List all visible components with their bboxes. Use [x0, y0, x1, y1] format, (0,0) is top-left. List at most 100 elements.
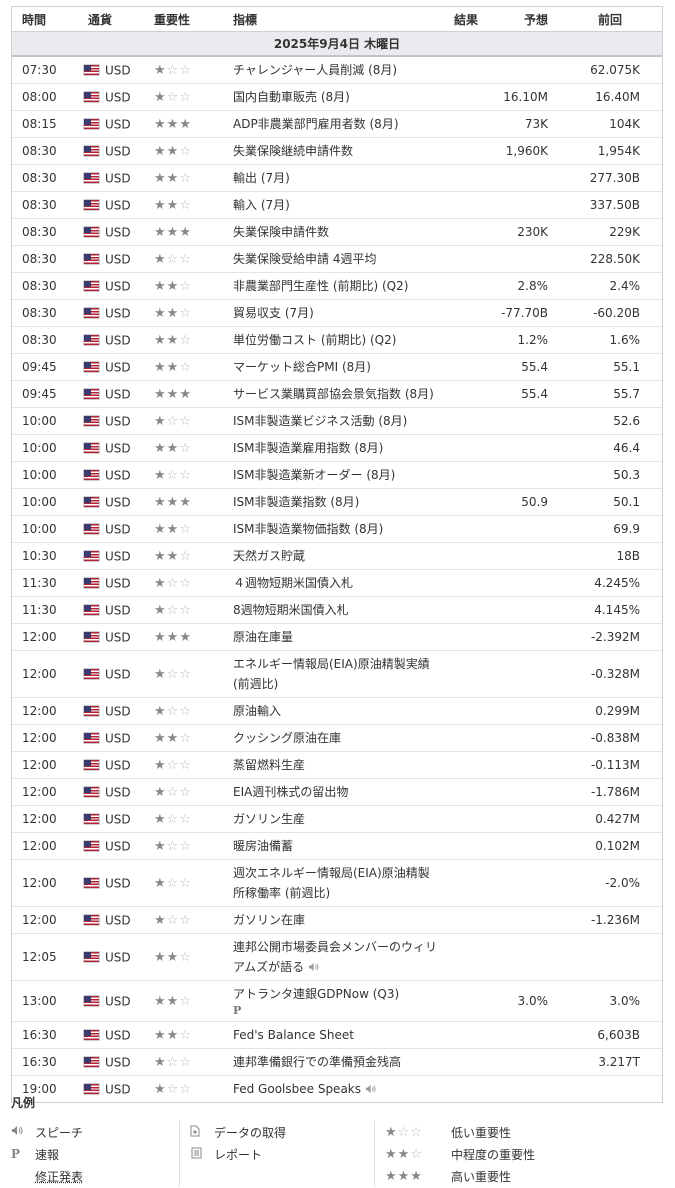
event-name[interactable]: 輸出 (7月): [233, 171, 290, 185]
col-currency-header[interactable]: 通貨: [78, 7, 144, 32]
event-name[interactable]: ISM非製造業雇用指数 (8月): [233, 441, 383, 455]
event-name[interactable]: 輸入 (7月): [233, 198, 290, 212]
event-row[interactable]: 13:00 USD ★★☆ アトランタ連銀GDPNow (Q3) P 3.0% 3.0%: [12, 980, 662, 1022]
event-name-cell[interactable]: 貿易収支 (7月): [233, 299, 439, 327]
event-name[interactable]: 失業保険申請件数: [233, 225, 329, 239]
event-row[interactable]: 16:30 USD ★☆☆ 連邦準備銀行での準備預金残高 3.217T: [12, 1048, 662, 1076]
event-name-cell[interactable]: クッシング原油在庫: [233, 724, 439, 752]
event-name[interactable]: エネルギー情報局(EIA)原油精製実績 (前週比): [233, 657, 430, 691]
col-event-header[interactable]: 指標: [233, 7, 439, 32]
event-name[interactable]: 連邦準備銀行での準備預金残高: [233, 1055, 401, 1069]
event-name-cell[interactable]: アトランタ連銀GDPNow (Q3) P: [233, 980, 439, 1022]
event-row[interactable]: 08:30 USD ★★☆ 輸出 (7月) 277.30B: [12, 164, 662, 192]
event-row[interactable]: 08:30 USD ★★☆ 輸入 (7月) 337.50B: [12, 191, 662, 219]
event-row[interactable]: 08:30 USD ★★☆ 失業保険継続申請件数 1,960K 1,954K: [12, 137, 662, 165]
event-name-cell[interactable]: ADP非農業部門雇用者数 (8月): [233, 110, 439, 138]
event-name[interactable]: ISM非製造業ビジネス活動 (8月): [233, 414, 407, 428]
event-name-cell[interactable]: ISM非製造業物価指数 (8月): [233, 515, 439, 543]
event-name[interactable]: 天然ガス貯蔵: [233, 549, 305, 563]
event-name[interactable]: ガソリン生産: [233, 812, 305, 826]
event-name[interactable]: ISM非製造業指数 (8月): [233, 495, 359, 509]
event-name[interactable]: 蒸留燃料生産: [233, 758, 305, 772]
event-name-cell[interactable]: 単位労働コスト (前期比) (Q2): [233, 326, 439, 354]
event-name-cell[interactable]: ４週物短期米国債入札: [233, 569, 439, 597]
col-previous-header[interactable]: 前回: [550, 7, 662, 32]
event-name[interactable]: 連邦公開市場委員会メンバーのウィリアムズが語る: [233, 940, 437, 974]
event-name[interactable]: クッシング原油在庫: [233, 731, 341, 745]
event-name[interactable]: ガソリン在庫: [233, 913, 305, 927]
event-name[interactable]: 原油在庫量: [233, 630, 293, 644]
event-name[interactable]: 単位労働コスト (前期比) (Q2): [233, 333, 396, 347]
event-row[interactable]: 12:05 USD ★★☆ 連邦公開市場委員会メンバーのウィリアムズが語る: [12, 933, 662, 981]
event-name-cell[interactable]: 失業保険受給申請 4週平均: [233, 245, 439, 273]
event-name-cell[interactable]: 失業保険継続申請件数: [233, 137, 439, 165]
event-name[interactable]: 暖房油備蓄: [233, 839, 293, 853]
event-name[interactable]: 8週物短期米国債入札: [233, 603, 349, 617]
event-row[interactable]: 12:00 USD ★☆☆ ガソリン生産 0.427M: [12, 805, 662, 833]
event-name-cell[interactable]: ISM非製造業新オーダー (8月): [233, 461, 439, 489]
event-name[interactable]: 原油輸入: [233, 704, 281, 718]
event-row[interactable]: 12:00 USD ★☆☆ ガソリン在庫 -1.236M: [12, 906, 662, 934]
event-row[interactable]: 12:00 USD ★☆☆ 暖房油備蓄 0.102M: [12, 832, 662, 860]
event-name-cell[interactable]: 輸出 (7月): [233, 164, 439, 192]
event-name-cell[interactable]: 蒸留燃料生産: [233, 751, 439, 779]
event-name-cell[interactable]: 8週物短期米国債入札: [233, 596, 439, 624]
event-name[interactable]: 失業保険継続申請件数: [233, 144, 353, 158]
event-name-cell[interactable]: チャレンジャー人員削減 (8月): [233, 56, 439, 84]
event-name[interactable]: Fed's Balance Sheet: [233, 1028, 354, 1042]
event-name-cell[interactable]: Fed's Balance Sheet: [233, 1021, 439, 1049]
event-name[interactable]: アトランタ連銀GDPNow (Q3): [233, 987, 399, 1001]
event-row[interactable]: 10:00 USD ★★☆ ISM非製造業物価指数 (8月) 69.9: [12, 515, 662, 543]
event-row[interactable]: 12:00 USD ★☆☆ エネルギー情報局(EIA)原油精製実績 (前週比) -0.3…: [12, 650, 662, 698]
event-row[interactable]: 12:00 USD ★☆☆ EIA週刊株式の留出物 -1.786M: [12, 778, 662, 806]
event-name[interactable]: マーケット総合PMI (8月): [233, 360, 371, 374]
event-name[interactable]: ISM非製造業新オーダー (8月): [233, 468, 395, 482]
event-name[interactable]: EIA週刊株式の留出物: [233, 785, 348, 799]
event-name-cell[interactable]: ガソリン在庫: [233, 906, 439, 934]
event-name[interactable]: 失業保険受給申請 4週平均: [233, 252, 376, 266]
event-name[interactable]: ４週物短期米国債入札: [233, 576, 353, 590]
event-name-cell[interactable]: 暖房油備蓄: [233, 832, 439, 860]
event-row[interactable]: 08:30 USD ★★☆ 単位労働コスト (前期比) (Q2) 1.2% 1.6%: [12, 326, 662, 354]
col-time-header[interactable]: 時間: [12, 7, 78, 32]
event-row[interactable]: 10:00 USD ★★☆ ISM非製造業雇用指数 (8月) 46.4: [12, 434, 662, 462]
col-forecast-header[interactable]: 予想: [484, 7, 550, 32]
event-name-cell[interactable]: 連邦準備銀行での準備預金残高: [233, 1048, 439, 1076]
event-row[interactable]: 08:30 USD ★★★ 失業保険申請件数 230K 229K: [12, 218, 662, 246]
event-row[interactable]: 12:00 USD ★★★ 原油在庫量 -2.392M: [12, 623, 662, 651]
event-name-cell[interactable]: EIA週刊株式の留出物: [233, 778, 439, 806]
event-name-cell[interactable]: ISM非製造業指数 (8月): [233, 488, 439, 516]
event-name-cell[interactable]: 天然ガス貯蔵: [233, 542, 439, 570]
event-name[interactable]: ADP非農業部門雇用者数 (8月): [233, 117, 399, 131]
event-name-cell[interactable]: 輸入 (7月): [233, 191, 439, 219]
event-row[interactable]: 09:45 USD ★★☆ マーケット総合PMI (8月) 55.4 55.1: [12, 353, 662, 381]
event-name-cell[interactable]: 週次エネルギー情報局(EIA)原油精製所稼働率 (前週比): [233, 859, 439, 907]
event-name-cell[interactable]: ガソリン生産: [233, 805, 439, 833]
event-row[interactable]: 16:30 USD ★★☆ Fed's Balance Sheet 6,603B: [12, 1021, 662, 1049]
event-name-cell[interactable]: 国内自動車販売 (8月): [233, 83, 439, 111]
event-name-cell[interactable]: 原油在庫量: [233, 623, 439, 651]
event-name[interactable]: サービス業購買部協会景気指数 (8月): [233, 387, 434, 401]
event-row[interactable]: 10:30 USD ★★☆ 天然ガス貯蔵 18B: [12, 542, 662, 570]
event-name[interactable]: 国内自動車販売 (8月): [233, 90, 350, 104]
event-name[interactable]: ISM非製造業物価指数 (8月): [233, 522, 383, 536]
event-row[interactable]: 10:00 USD ★☆☆ ISM非製造業新オーダー (8月) 50.3: [12, 461, 662, 489]
event-name-cell[interactable]: 失業保険申請件数: [233, 218, 439, 246]
event-row[interactable]: 07:30 USD ★☆☆ チャレンジャー人員削減 (8月) 62.075K: [12, 56, 662, 84]
event-row[interactable]: 08:30 USD ★☆☆ 失業保険受給申請 4週平均 228.50K: [12, 245, 662, 273]
col-actual-header[interactable]: 結果: [439, 7, 484, 32]
col-importance-header[interactable]: 重要性: [144, 7, 233, 32]
event-row[interactable]: 12:00 USD ★★☆ クッシング原油在庫 -0.838M: [12, 724, 662, 752]
event-row[interactable]: 08:00 USD ★☆☆ 国内自動車販売 (8月) 16.10M 16.40M: [12, 83, 662, 111]
event-name[interactable]: 貿易収支 (7月): [233, 306, 314, 320]
event-name-cell[interactable]: ISM非製造業雇用指数 (8月): [233, 434, 439, 462]
event-name-cell[interactable]: エネルギー情報局(EIA)原油精製実績 (前週比): [233, 650, 439, 698]
event-name-cell[interactable]: ISM非製造業ビジネス活動 (8月): [233, 407, 439, 435]
event-row[interactable]: 08:30 USD ★★☆ 貿易収支 (7月) -77.70B -60.20B: [12, 299, 662, 327]
event-row[interactable]: 10:00 USD ★★★ ISM非製造業指数 (8月) 50.9 50.1: [12, 488, 662, 516]
event-row[interactable]: 12:00 USD ★☆☆ 蒸留燃料生産 -0.113M: [12, 751, 662, 779]
event-name[interactable]: 週次エネルギー情報局(EIA)原油精製所稼働率 (前週比): [233, 866, 430, 900]
event-name[interactable]: 非農業部門生産性 (前期比) (Q2): [233, 279, 408, 293]
event-row[interactable]: 10:00 USD ★☆☆ ISM非製造業ビジネス活動 (8月) 52.6: [12, 407, 662, 435]
event-row[interactable]: 11:30 USD ★☆☆ ４週物短期米国債入札 4.245%: [12, 569, 662, 597]
